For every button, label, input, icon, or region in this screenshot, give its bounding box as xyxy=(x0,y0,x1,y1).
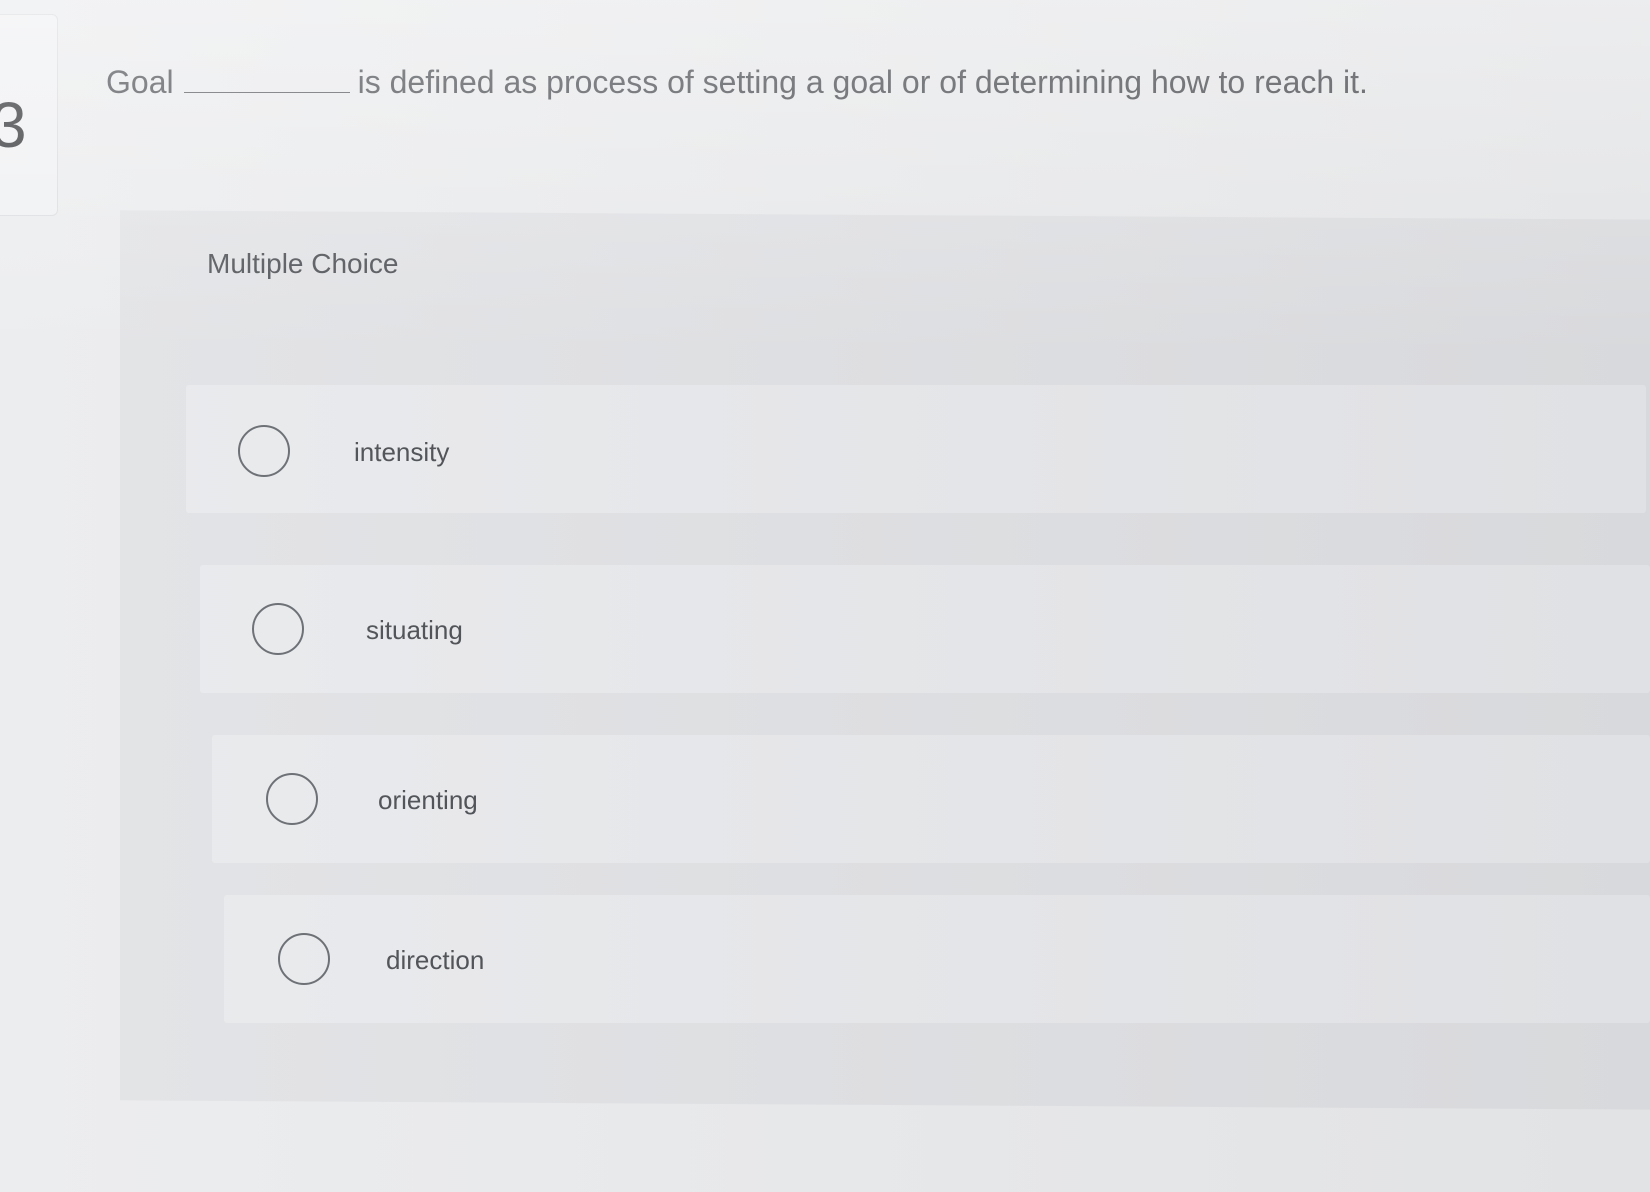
radio-button[interactable] xyxy=(278,933,330,985)
question-text-after-blank: is defined as process of setting a goal … xyxy=(357,64,1368,100)
radio-button[interactable] xyxy=(252,603,304,655)
option-direction[interactable]: direction xyxy=(224,895,1650,1023)
answer-blank xyxy=(183,64,350,93)
question-text-before-blank: Goal xyxy=(106,64,174,100)
option-situating[interactable]: situating xyxy=(200,565,1650,693)
radio-button[interactable] xyxy=(266,773,318,825)
option-label: situating xyxy=(366,615,463,645)
option-label: direction xyxy=(386,945,485,975)
question-prompt: Goal is defined as process of setting a g… xyxy=(106,62,1526,102)
question-number: 3 xyxy=(0,93,27,157)
radio-button[interactable] xyxy=(238,425,290,477)
option-label: orienting xyxy=(378,785,478,815)
option-intensity[interactable]: intensity xyxy=(186,385,1646,513)
multiple-choice-heading: Multiple Choice xyxy=(207,248,399,279)
question-number-tab: 3 xyxy=(0,14,58,216)
option-label: intensity xyxy=(354,437,450,467)
option-orienting[interactable]: orienting xyxy=(212,735,1650,863)
